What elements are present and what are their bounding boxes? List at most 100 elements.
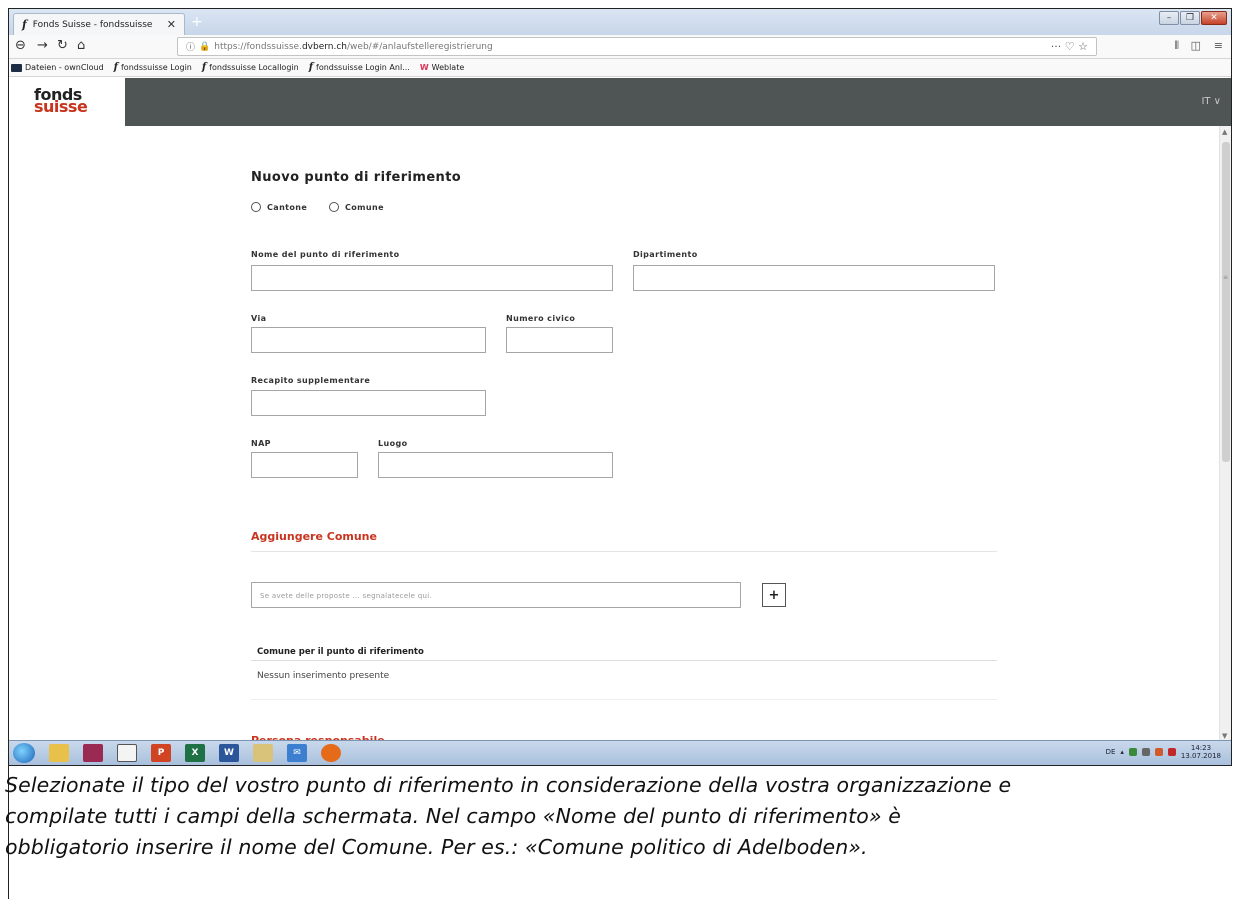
forward-icon[interactable]: → — [37, 38, 48, 53]
radio-label: Cantone — [267, 202, 308, 212]
suggest-input[interactable]: Se avete delle proposte ... segnalatecel… — [251, 582, 741, 608]
f-icon: f — [113, 62, 118, 73]
page-title: Nuovo punto di riferimento — [251, 170, 462, 185]
browser-navbar: ⊖ → ↻ ⌂ ⓘ 🔒 https://fondssuisse. dvbern.c… — [9, 35, 1231, 59]
bookmark-locallogin[interactable]: f fondssuisse Locallogin — [202, 62, 299, 73]
section-aggiungere-comune: Aggiungere Comune — [251, 530, 377, 543]
caption-text: Selezionate il tipo del vostro punto di … — [5, 770, 1231, 863]
add-comune-button[interactable]: + — [762, 583, 786, 607]
logo-text-suisse: suisse — [34, 97, 88, 116]
start-button[interactable] — [13, 743, 35, 763]
weblate-icon: W — [419, 63, 429, 72]
explorer-icon[interactable] — [49, 744, 69, 762]
dipartimento-input[interactable] — [633, 265, 995, 291]
windows-taskbar: P X W ✉ DE ▴ 14:23 13.07.2018 — [9, 740, 1231, 765]
bookmark-owncloud[interactable]: Dateien - ownCloud — [11, 63, 104, 72]
menu-icon[interactable]: ≡ — [1214, 39, 1223, 52]
url-host: dvbern.ch — [301, 41, 348, 52]
lock-icon: 🔒 — [199, 41, 211, 52]
network-icon[interactable] — [1128, 748, 1137, 756]
caption-line: Selezionate il tipo del vostro punto di … — [5, 773, 1012, 797]
favicon-icon: f — [22, 18, 27, 31]
bookmark-label: Weblate — [431, 63, 465, 72]
powerpoint-icon[interactable]: P — [151, 744, 171, 762]
page-scrollbar[interactable]: ▲ ≡ ▼ — [1219, 126, 1231, 742]
cloud-icon — [11, 63, 22, 72]
caption-line: compilate tutti i campi della schermata.… — [5, 804, 901, 828]
browser-tab[interactable]: f Fonds Suisse - fondssuisse ✕ — [13, 13, 185, 35]
notepad-icon[interactable] — [117, 744, 137, 762]
label-nap: NAP — [251, 439, 271, 448]
volume-icon[interactable] — [1141, 748, 1150, 756]
maximize-button[interactable]: ❐ — [1180, 11, 1200, 25]
tray-security-icon[interactable] — [1167, 748, 1176, 756]
scroll-down-icon[interactable]: ▼ — [1222, 732, 1227, 740]
comune-list-header: Comune per il punto di riferimento — [257, 647, 424, 657]
radio-label: Comune — [345, 202, 384, 212]
site-header: IT ∨ — [125, 78, 1231, 126]
close-window-button[interactable]: ✕ — [1201, 11, 1227, 25]
home-icon[interactable]: ⌂ — [77, 38, 85, 53]
close-tab-icon[interactable]: ✕ — [167, 18, 176, 31]
bookmarks-toolbar: Dateien - ownCloud f fondssuisse Login f… — [9, 59, 1231, 77]
url-prefix: https://fondssuisse. — [214, 41, 302, 52]
excel-icon[interactable]: X — [185, 744, 205, 762]
sidebar-icon[interactable]: ◫ — [1191, 39, 1201, 52]
save-icon[interactable] — [83, 744, 103, 762]
scrollbar-thumb[interactable] — [1222, 142, 1230, 462]
nap-input[interactable] — [251, 452, 358, 478]
radio-circle[interactable] — [251, 202, 261, 212]
f-icon: f — [201, 62, 207, 73]
scrollbar-grip-icon: ≡ — [1223, 274, 1229, 281]
label-dipartimento: Dipartimento — [633, 250, 698, 259]
browser-tabbar: f Fonds Suisse - fondssuisse ✕ + – ❐ ✕ — [9, 9, 1231, 35]
scroll-up-icon[interactable]: ▲ — [1222, 128, 1227, 136]
clock-date: 13.07.2018 — [1180, 752, 1221, 760]
bookmark-label: fondssuisse Locallogin — [209, 63, 299, 72]
bookmark-login[interactable]: f fondssuisse Login — [114, 62, 192, 73]
radio-circle[interactable] — [329, 202, 339, 212]
f-icon: f — [308, 62, 313, 73]
list-divider — [251, 660, 997, 661]
label-luogo: Luogo — [378, 439, 408, 448]
page-viewport: fonds suisse IT ∨ Nuovo punto di riferim… — [9, 78, 1231, 742]
tray-arrow-icon[interactable]: ▴ — [1120, 748, 1124, 756]
tab-title: Fonds Suisse - fondssuisse — [32, 19, 153, 30]
url-bar[interactable]: ⓘ 🔒 https://fondssuisse. dvbern.ch/web/#/… — [177, 37, 1097, 56]
recapito-input[interactable] — [251, 390, 486, 416]
reload-icon[interactable]: ↻ — [57, 38, 68, 53]
bookmark-login-anl[interactable]: f fondssuisse Login Anl... — [309, 62, 410, 73]
minimize-button[interactable]: – — [1159, 11, 1179, 25]
input-language[interactable]: DE — [1106, 748, 1116, 756]
firefox-icon[interactable] — [321, 744, 341, 762]
bookmark-label: fondssuisse Login Anl... — [316, 63, 410, 72]
language-selector[interactable]: IT ∨ — [1201, 96, 1221, 107]
nome-input[interactable] — [251, 265, 613, 291]
library-icon[interactable]: ⫴ — [1174, 39, 1179, 53]
taskbar-clock[interactable]: 14:23 13.07.2018 — [1181, 744, 1221, 760]
luogo-input[interactable] — [378, 452, 613, 478]
caption-line: obbligatorio inserire il nome del Comune… — [5, 835, 868, 859]
page-actions-icon[interactable]: ··· ♡ ☆ — [1051, 40, 1088, 53]
radio-comune[interactable]: Comune — [329, 202, 384, 212]
clock-time: 14:23 — [1190, 744, 1212, 752]
bookmark-label: Dateien - ownCloud — [25, 63, 104, 72]
mail-icon[interactable]: ✉ — [287, 744, 307, 762]
label-recapito: Recapito supplementare — [251, 376, 371, 385]
bookmark-weblate[interactable]: W Weblate — [420, 63, 464, 72]
numero-input[interactable] — [506, 327, 613, 353]
info-icon[interactable]: ⓘ — [186, 40, 195, 53]
label-nome: Nome del punto di riferimento — [251, 250, 400, 259]
new-tab-icon[interactable]: + — [191, 14, 203, 30]
section-divider — [251, 551, 997, 552]
system-tray: DE ▴ 14:23 13.07.2018 — [1106, 744, 1221, 760]
calendar-icon[interactable] — [253, 744, 273, 762]
url-path: /web/#/anlaufstelleregistrierung — [347, 41, 493, 52]
screenshot-frame: f Fonds Suisse - fondssuisse ✕ + – ❐ ✕ ⊖… — [8, 8, 1232, 766]
back-icon[interactable]: ⊖ — [15, 38, 26, 53]
via-input[interactable] — [251, 327, 486, 353]
site-logo[interactable]: fonds suisse — [9, 78, 125, 126]
word-icon[interactable]: W — [219, 744, 239, 762]
tray-app-icon[interactable] — [1154, 748, 1163, 756]
radio-cantone[interactable]: Cantone — [251, 202, 307, 212]
